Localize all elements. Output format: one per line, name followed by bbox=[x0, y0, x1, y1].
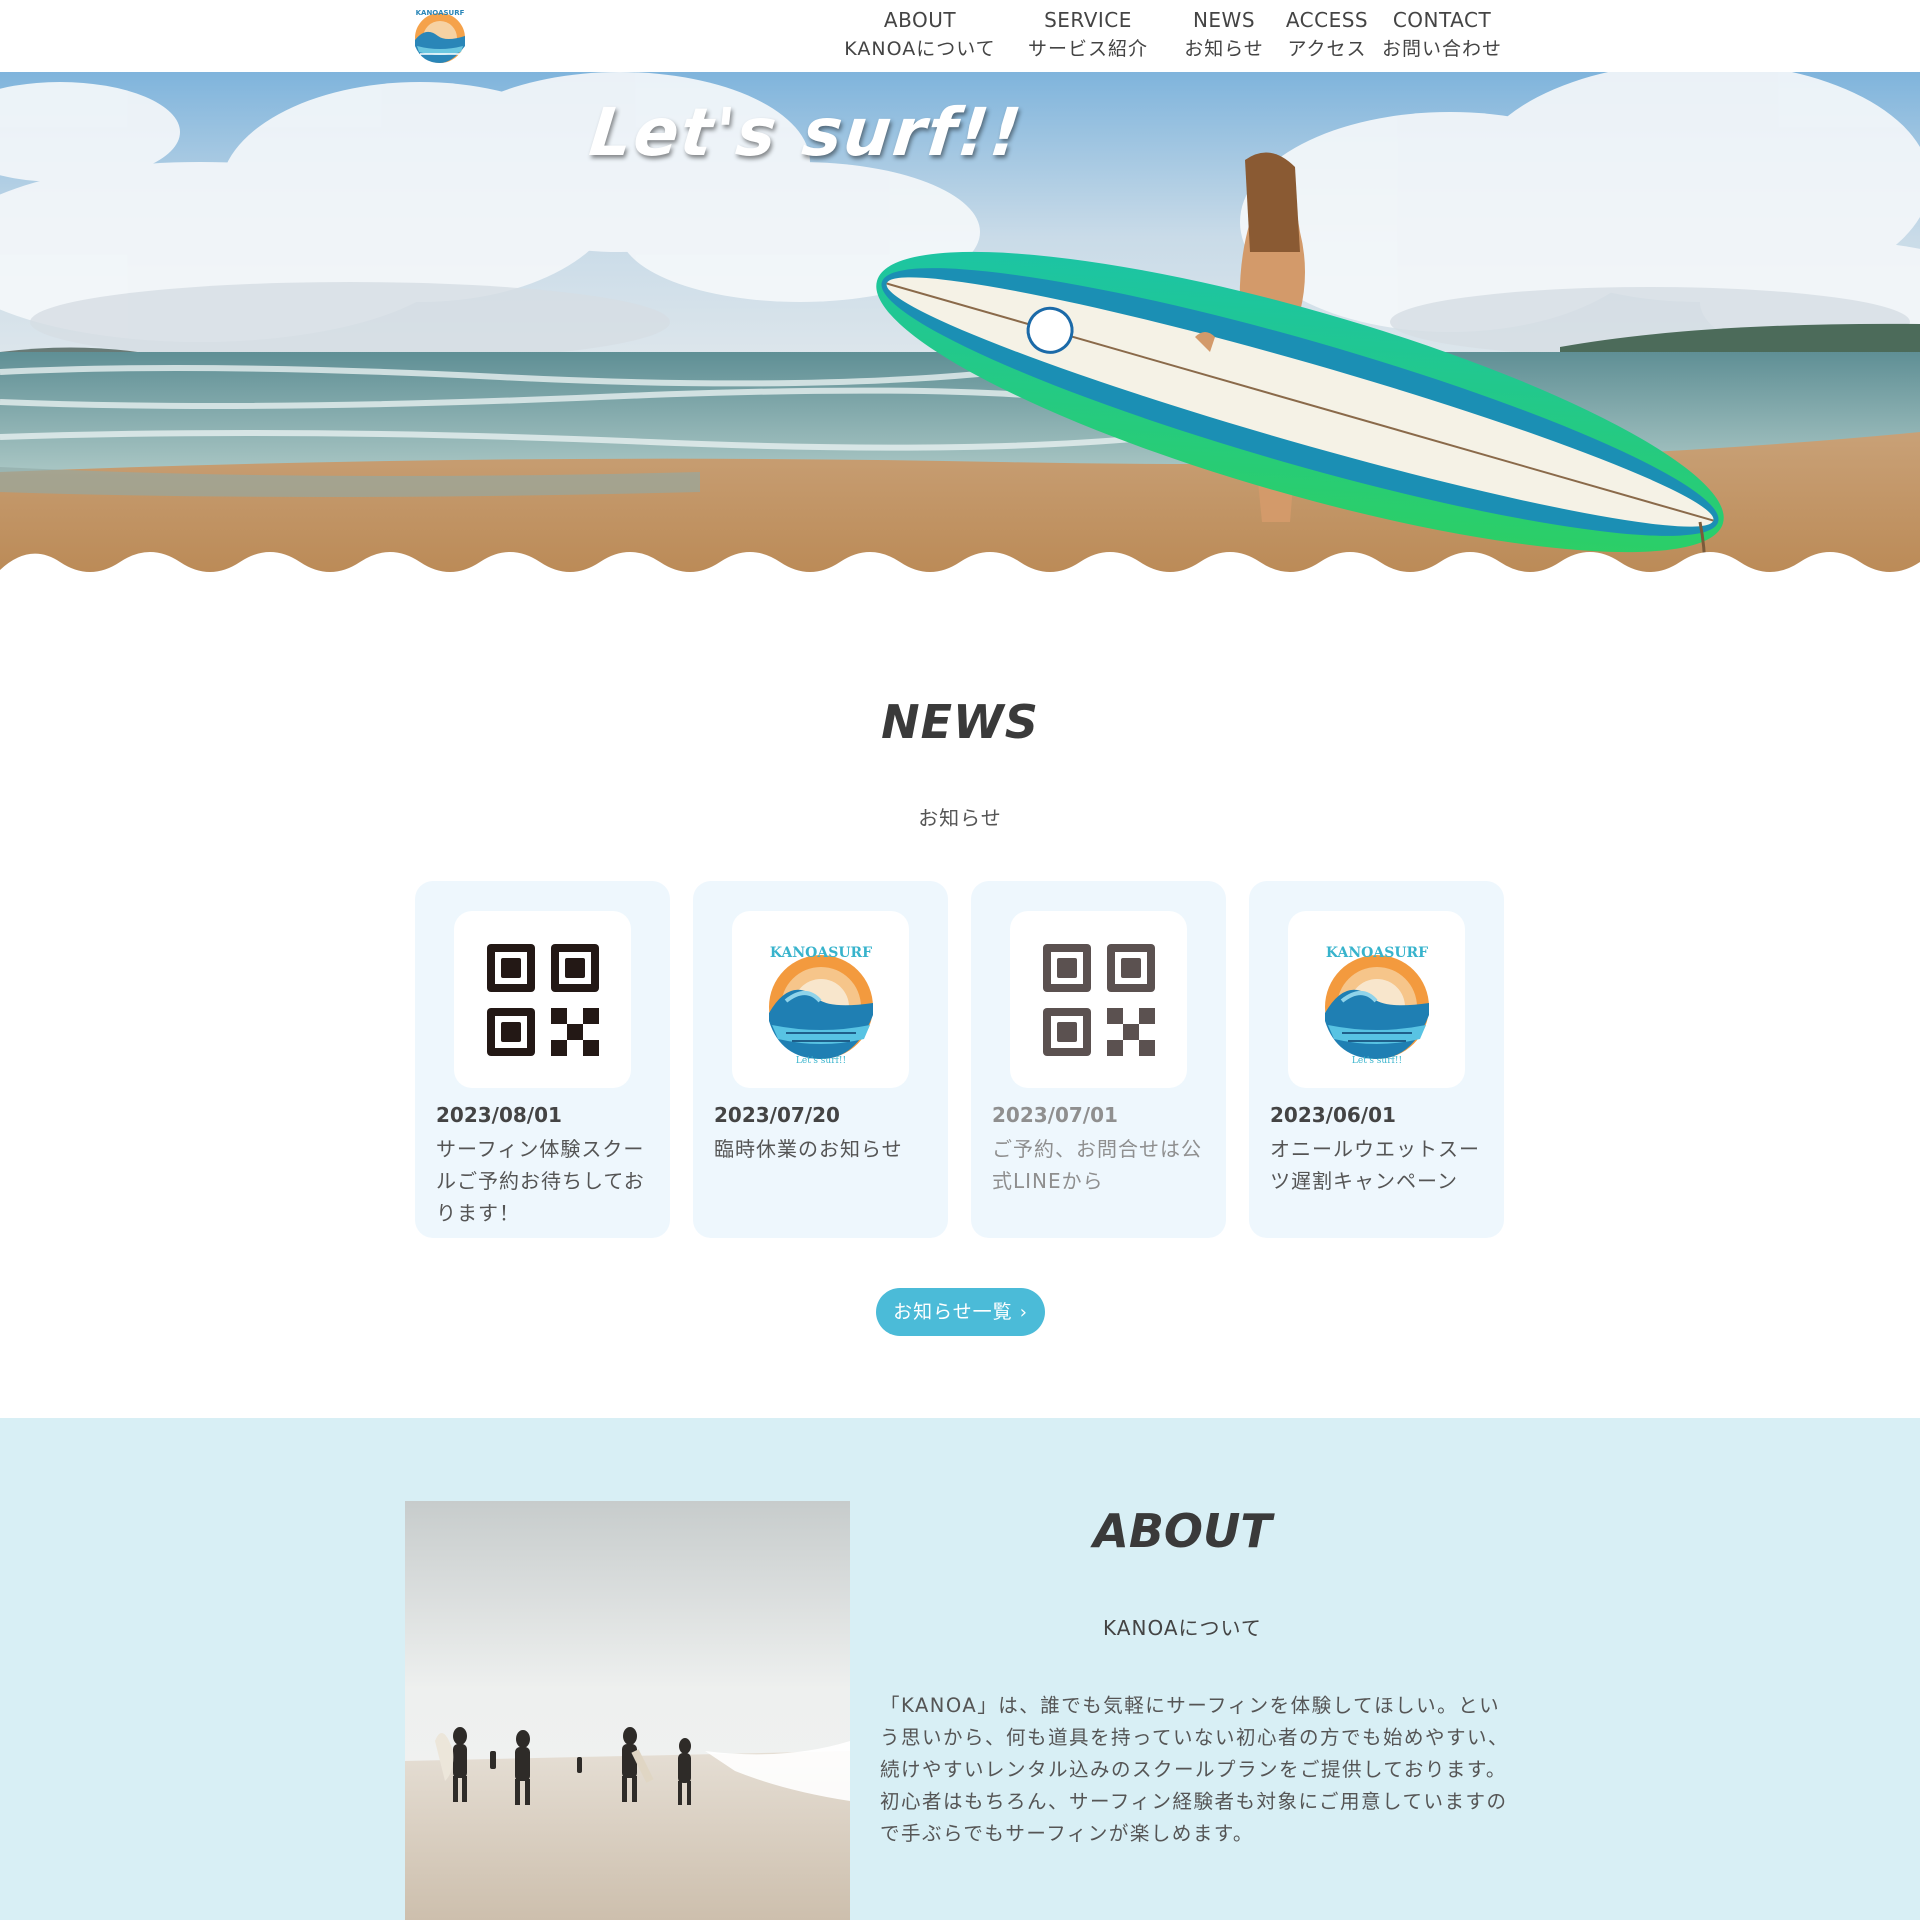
nav-service-en: SERVICE bbox=[1044, 8, 1132, 32]
news-subtitle: お知らせ bbox=[918, 806, 1002, 830]
nav-contact-en: CONTACT bbox=[1392, 8, 1492, 32]
news-text: ご予約、お問合せは公式LINEから bbox=[992, 1137, 1202, 1193]
nav-about-en: ABOUT bbox=[883, 8, 957, 32]
news-cards: 2023/08/01 サーフィン体験スクールご予約お待ちしております！ KANO… bbox=[415, 881, 1527, 1238]
news-date: 2023/07/20 bbox=[714, 1103, 840, 1127]
qr-code-icon bbox=[486, 943, 599, 1056]
news-date: 2023/06/01 bbox=[1270, 1103, 1396, 1127]
news-title: NEWS bbox=[881, 695, 1039, 749]
nav-news[interactable]: NEWS お知らせ bbox=[1176, 6, 1272, 64]
news-thumbnail bbox=[454, 911, 631, 1088]
qr-code-icon bbox=[1042, 943, 1155, 1056]
news-text: 臨時休業のお知らせ bbox=[714, 1137, 903, 1161]
about-photo bbox=[405, 1501, 850, 1920]
news-card[interactable]: KANOASURF Let's surf!! 2023/06/01 オニールウエ… bbox=[1249, 881, 1504, 1238]
kanoa-logo[interactable]: KANOASURF bbox=[412, 6, 468, 66]
nav-news-ja: お知らせ bbox=[1184, 38, 1264, 60]
news-date: 2023/07/01 bbox=[992, 1103, 1118, 1127]
svg-text:Let's surf!!: Let's surf!! bbox=[1351, 1056, 1401, 1065]
news-thumbnail: KANOASURF Let's surf!! bbox=[1288, 911, 1465, 1088]
news-card[interactable]: KANOASURF Let's surf!! 2023/07/20 臨時休業のお… bbox=[693, 881, 948, 1238]
nav-news-en: NEWS bbox=[1192, 8, 1256, 32]
news-thumbnail bbox=[1010, 911, 1187, 1088]
about-subtitle: KANOAについて bbox=[1103, 1616, 1262, 1640]
nav-access-ja: アクセス bbox=[1287, 38, 1367, 60]
about-title: ABOUT bbox=[1093, 1504, 1272, 1558]
nav-access[interactable]: ACCESS アクセス bbox=[1280, 6, 1374, 64]
nav-service-ja: サービス紹介 bbox=[1027, 38, 1148, 60]
news-thumbnail: KANOASURF Let's surf!! bbox=[732, 911, 909, 1088]
kanoa-surf-logo-icon: KANOASURF Let's surf!! bbox=[1324, 945, 1429, 1065]
nav-about-ja: KANOAについて bbox=[844, 38, 996, 60]
news-date: 2023/08/01 bbox=[436, 1103, 562, 1127]
svg-text:KANOASURF: KANOASURF bbox=[1325, 945, 1427, 961]
nav-access-en: ACCESS bbox=[1285, 8, 1369, 32]
site-header: KANOASURF ABOUT KANOAについて SERVICE サービス紹介… bbox=[0, 0, 1920, 72]
news-text: オニールウエットスーツ遅割キャンペーン bbox=[1270, 1137, 1480, 1193]
main-nav: ABOUT KANOAについて SERVICE サービス紹介 NEWS お知らせ… bbox=[840, 6, 1502, 64]
hero-title: Let's surf!! bbox=[585, 94, 1027, 171]
news-list-button-label: お知らせ一覧 bbox=[893, 1301, 1013, 1323]
svg-text:KANOASURF: KANOASURF bbox=[416, 9, 465, 17]
nav-contact[interactable]: CONTACT お問い合わせ bbox=[1382, 6, 1502, 64]
svg-text:Let's surf!!: Let's surf!! bbox=[795, 1056, 845, 1065]
news-card[interactable]: 2023/08/01 サーフィン体験スクールご予約お待ちしております！ bbox=[415, 881, 670, 1238]
about-body: 「KANOA」は、誰でも気軽にサーフィンを体験してほしい。という思いから、何も道… bbox=[880, 1694, 1510, 1845]
chevron-right-icon: › bbox=[1019, 1302, 1028, 1323]
nav-contact-ja: お問い合わせ bbox=[1382, 38, 1503, 60]
news-card[interactable]: 2023/07/01 ご予約、お問合せは公式LINEから bbox=[971, 881, 1226, 1238]
news-list-button[interactable]: お知らせ一覧 › bbox=[876, 1288, 1045, 1336]
news-text: サーフィン体験スクールご予約お待ちしております！ bbox=[436, 1137, 645, 1225]
nav-service[interactable]: SERVICE サービス紹介 bbox=[1006, 6, 1170, 64]
kanoa-surf-logo-icon: KANOASURF Let's surf!! bbox=[768, 945, 873, 1065]
surfers-beach-image bbox=[405, 1501, 850, 1920]
svg-text:KANOASURF: KANOASURF bbox=[769, 945, 871, 961]
nav-about[interactable]: ABOUT KANOAについて bbox=[840, 6, 1000, 64]
hero-banner: Let's surf!! bbox=[0, 72, 1920, 595]
